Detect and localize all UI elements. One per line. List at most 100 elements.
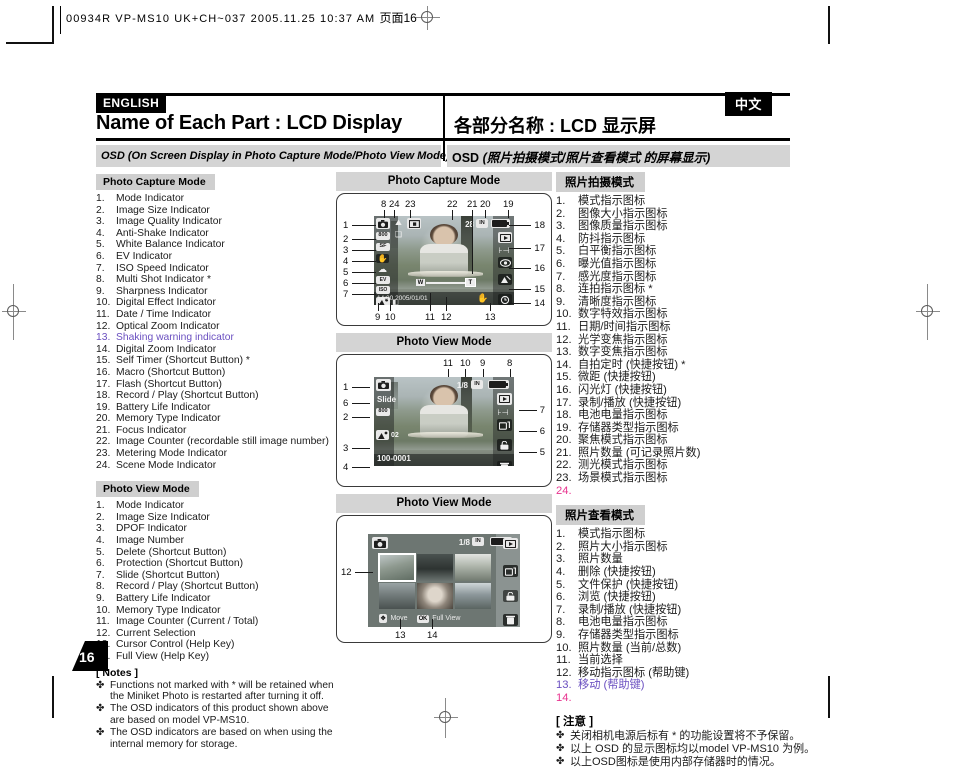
mode-indicator-icon-multi <box>372 537 388 549</box>
list-item-number: 11. <box>96 616 110 628</box>
list-item: 13.Cursor Control (Help Key) <box>96 639 336 651</box>
list-item-label: Image Size Indicator <box>116 511 210 523</box>
thumbnail-1-selected[interactable] <box>377 553 416 582</box>
list-item-number: 16. <box>96 366 111 378</box>
list-item-label: 模式指示图标 <box>578 528 646 541</box>
leader-19 <box>508 210 509 218</box>
slide-shortcut-button-multi[interactable] <box>503 565 518 577</box>
list-item-number: 13. <box>556 679 572 692</box>
leader-v1 <box>352 387 370 388</box>
crop-line-top-left-v <box>52 6 54 44</box>
list-item-label: Slide (Shortcut Button) <box>116 569 220 581</box>
list-item-number: 5. <box>96 239 105 251</box>
memory-type-indicator-multi: IN <box>472 537 484 546</box>
crop-line-top-right-v <box>828 6 830 44</box>
callout-v3: 3 <box>343 443 349 454</box>
list-item-number: 7. <box>556 270 566 283</box>
list-item: 22. Image Counter (recordable still image… <box>96 436 336 448</box>
list-item-number: 13. <box>556 346 572 359</box>
slug-text: 00934R VP-MS10 UK+CH~037 2005.11.25 10:3… <box>66 13 376 25</box>
list-item-label: Digital Effect Indicator <box>116 297 216 309</box>
callout-v4: 4 <box>343 462 349 473</box>
lcd-screen-view-multi: 1/8 IN ✥ OK Full View <box>368 534 520 627</box>
note-bullet-icon: ✤ <box>556 729 565 741</box>
record-play-shortcut-button[interactable] <box>498 232 512 243</box>
callout-v8: 8 <box>507 358 513 369</box>
leader-10 <box>390 303 391 311</box>
list-item-number: 6. <box>96 250 105 262</box>
memory-type-indicator: IN <box>476 219 488 228</box>
slide-shortcut-button[interactable] <box>497 419 512 431</box>
list-item: 18. 电池电量指示图标 <box>556 409 792 422</box>
list-item-label: 聚焦模式指示图标 <box>578 434 668 447</box>
delete-shortcut-button[interactable] <box>497 461 512 466</box>
list-item-label: Cursor Control (Help Key) <box>116 639 235 651</box>
flash-shortcut-button[interactable] <box>498 257 512 268</box>
record-play-shortcut-button-view[interactable] <box>497 393 512 405</box>
thumbnail-grid[interactable] <box>377 553 492 610</box>
list-item-number: 9. <box>96 285 105 297</box>
list-item-number: 18. <box>96 390 111 402</box>
macro-shortcut-button[interactable] <box>498 274 512 285</box>
thumbnail-4[interactable] <box>378 582 415 610</box>
list-item-number: 1. <box>556 195 566 207</box>
thumbnail-5[interactable] <box>416 582 453 610</box>
callout-v9: 9 <box>480 358 486 369</box>
leader-20 <box>485 210 486 218</box>
list-item: 14. <box>556 692 792 705</box>
lcd-panel-capture: Photo Capture Mode 800 SF ✋ ☁ EV ISO ◧ ⛰… <box>336 172 552 326</box>
list-item-number: 2. <box>556 207 566 220</box>
list-item-label: Multi Shot Indicator * <box>116 274 212 286</box>
list-item: 14. 自拍定时 (快捷按钮) * <box>556 359 792 372</box>
list-item-label: 照片数量 <box>578 553 623 566</box>
list-item-number: 14. <box>556 358 572 371</box>
list-item-number: 7. <box>96 569 105 581</box>
list-item: 13. 移动 (帮助键) <box>556 679 792 692</box>
thumbnail-3[interactable] <box>454 554 492 581</box>
lcd-illustration-column: Photo Capture Mode 800 SF ✋ ☁ EV ISO ◧ ⛰… <box>336 172 552 650</box>
list-item: 5. 白平衡指示图标 <box>556 245 792 258</box>
list-item: 9. Battery Life Indicator <box>96 593 336 605</box>
list-item-label: 存储器类型指示图标 <box>578 421 679 434</box>
leader-9 <box>378 303 379 311</box>
list-item-number: 18. <box>556 409 572 422</box>
list-item: 2. Image Size Indicator <box>96 512 336 524</box>
record-play-button-multi[interactable] <box>503 538 518 549</box>
list-item-number: 19. <box>96 401 111 413</box>
callout-24: 24 <box>389 199 400 210</box>
section-heading-view-cn: 照片查看模式 <box>556 505 645 526</box>
delete-shortcut-button-multi[interactable] <box>503 614 518 626</box>
list-item-label: 照片数量 (当前/总数) <box>578 641 682 654</box>
lcd-caption-view-single: Photo View Mode <box>336 333 552 352</box>
note-bullet-icon: ✤ <box>96 727 105 739</box>
subtitle-band-english: OSD (On Screen Display in Photo Capture … <box>96 145 450 167</box>
note-text: 以上OSD图标是使用内部存储器时的情况。 <box>570 756 781 769</box>
callout-7: 7 <box>343 289 349 300</box>
callout-m12: 12 <box>341 567 352 578</box>
list-item-number: 14. <box>556 691 572 704</box>
list-item-number: 5. <box>96 546 105 558</box>
lcd-panel-view-single: Photo View Mode Slide 800 02 100-0001 1/… <box>336 333 552 487</box>
list-item: 3. Image Quality Indicator <box>96 216 336 228</box>
leader-16 <box>509 268 531 269</box>
list-item-label: Mode Indicator <box>116 500 185 512</box>
subtitle-chinese: OSD (照片拍摄模式/照片查看模式 的屏幕显示) <box>447 147 710 166</box>
leader-24 <box>394 210 395 218</box>
protection-shortcut-button-multi[interactable] <box>503 590 518 602</box>
thumbnail-6[interactable] <box>454 582 492 610</box>
list-item: 23. 场景模式指示图标 <box>556 472 792 485</box>
list-item-label: 照片数量 (可记录照片数) <box>578 446 701 459</box>
cursor-key-icon: ✥ <box>378 614 388 624</box>
optical-zoom-indicator[interactable]: W T <box>416 278 476 288</box>
leader-m12 <box>355 572 373 573</box>
list-item: 4. Anti-Shake Indicator <box>96 228 336 240</box>
list-item-label <box>578 485 792 498</box>
thumbnail-2[interactable] <box>416 554 453 581</box>
zoom-track[interactable] <box>426 281 465 284</box>
list-item: 20. Memory Type Indicator <box>96 413 336 425</box>
leader-23 <box>410 210 411 218</box>
list-item: 7. 感光度指示图标 <box>556 271 792 284</box>
list-item-number: 14. <box>96 343 111 355</box>
protection-shortcut-button[interactable] <box>497 439 512 451</box>
leader-11 <box>430 293 431 311</box>
